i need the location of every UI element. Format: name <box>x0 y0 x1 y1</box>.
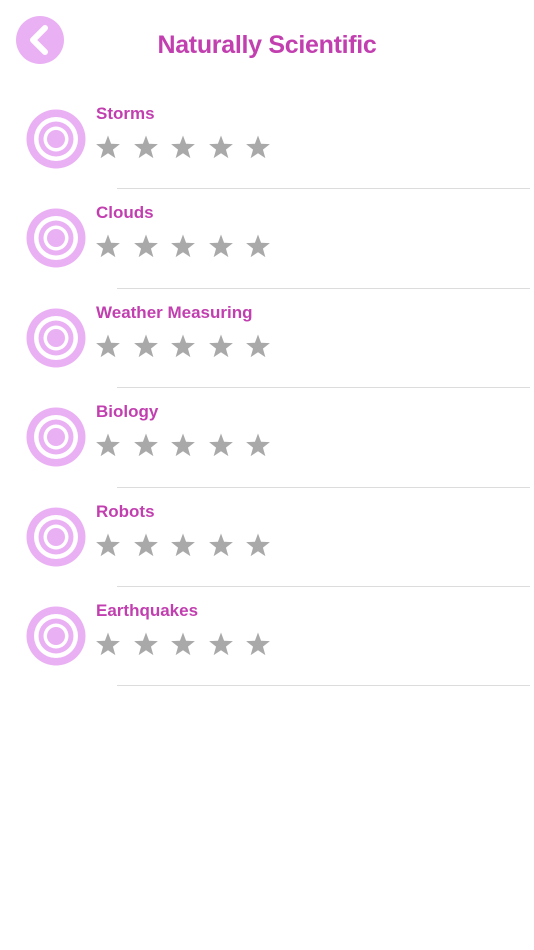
topic-item[interactable]: Earthquakes <box>0 587 534 687</box>
star-rating <box>95 432 283 458</box>
topic-label: Clouds <box>96 203 154 223</box>
star-empty-icon <box>133 134 159 160</box>
star-empty-icon <box>208 233 234 259</box>
target-icon <box>26 507 86 567</box>
star-rating <box>95 631 283 657</box>
topic-item[interactable]: Biology <box>0 388 534 488</box>
star-empty-icon <box>208 631 234 657</box>
star-empty-icon <box>133 432 159 458</box>
topic-label: Biology <box>96 402 159 422</box>
star-empty-icon <box>170 532 196 558</box>
star-empty-icon <box>245 333 271 359</box>
page-title: Naturally Scientific <box>157 31 377 59</box>
star-empty-icon <box>95 233 121 259</box>
topic-item[interactable]: Robots <box>0 488 534 587</box>
star-empty-icon <box>208 134 234 160</box>
star-empty-icon <box>170 333 196 359</box>
star-empty-icon <box>133 333 159 359</box>
topic-label: Earthquakes <box>96 600 199 620</box>
star-empty-icon <box>208 532 234 558</box>
star-empty-icon <box>170 432 196 458</box>
star-empty-icon <box>133 631 159 657</box>
topic-item[interactable]: Clouds <box>0 189 534 289</box>
star-empty-icon <box>95 333 121 359</box>
target-icon <box>26 109 86 169</box>
star-empty-icon <box>245 432 271 458</box>
topic-label: Weather Measuring <box>96 302 253 322</box>
star-empty-icon <box>170 631 196 657</box>
star-empty-icon <box>133 532 159 558</box>
target-icon <box>26 208 86 268</box>
star-empty-icon <box>208 333 234 359</box>
star-empty-icon <box>95 532 121 558</box>
target-icon <box>26 407 86 467</box>
star-empty-icon <box>245 532 271 558</box>
topic-label: Storms <box>96 104 155 123</box>
star-empty-icon <box>133 233 159 259</box>
topic-list: Storms Clouds Weather Measuring Biology … <box>0 90 534 687</box>
star-empty-icon <box>245 134 271 160</box>
target-icon <box>26 606 86 666</box>
topic-item[interactable]: Weather Measuring <box>0 289 534 389</box>
star-empty-icon <box>245 631 271 657</box>
star-rating <box>95 532 283 558</box>
star-rating <box>95 134 283 160</box>
star-empty-icon <box>170 134 196 160</box>
divider <box>117 685 530 687</box>
star-empty-icon <box>245 233 271 259</box>
star-rating <box>95 333 283 359</box>
star-empty-icon <box>170 233 196 259</box>
star-rating <box>95 233 283 259</box>
topic-label: Robots <box>96 501 155 521</box>
star-empty-icon <box>95 134 121 160</box>
target-icon <box>26 308 86 368</box>
star-empty-icon <box>208 432 234 458</box>
star-empty-icon <box>95 432 121 458</box>
star-empty-icon <box>95 631 121 657</box>
topic-item[interactable]: Storms <box>0 90 534 190</box>
